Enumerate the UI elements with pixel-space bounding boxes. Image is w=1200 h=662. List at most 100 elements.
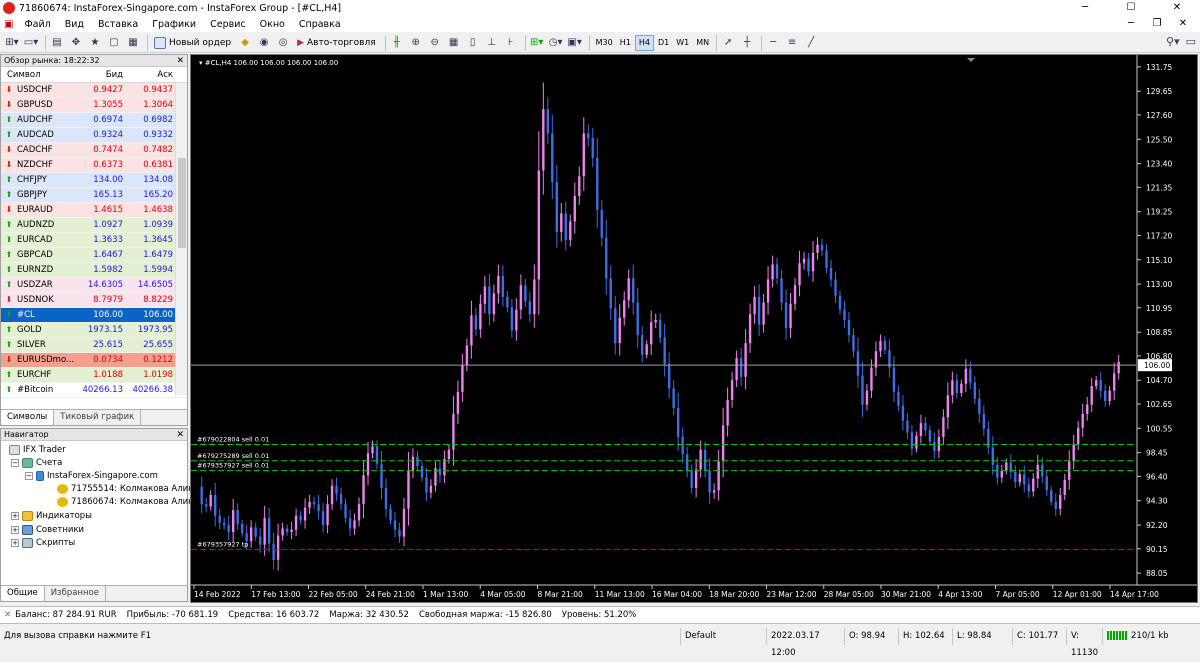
- minimize-button[interactable]: ─: [1062, 0, 1108, 16]
- market-watch-row[interactable]: ⬇ EURAUD 1.4615 1.4638: [1, 203, 187, 218]
- tab-general[interactable]: Общие: [1, 586, 45, 601]
- scrollbar-thumb[interactable]: [178, 158, 186, 248]
- radio-icon[interactable]: ◎: [275, 35, 291, 51]
- market-watch-row[interactable]: ⬆ GBPCAD 1.6467 1.6479: [1, 248, 187, 263]
- menu-help[interactable]: Справка: [292, 19, 348, 30]
- new-order-button[interactable]: Новый ордер: [151, 35, 234, 51]
- timeframe-mn[interactable]: MN: [693, 35, 712, 51]
- chart-window-icon[interactable]: ▣: [0, 19, 17, 30]
- menu-tools[interactable]: Сервис: [203, 19, 253, 30]
- market-watch-row[interactable]: ⬆ #Bitcoin 40266.13 40266.38: [1, 383, 187, 398]
- nav-account-1[interactable]: 71755514: Колмакова Алина: [57, 484, 199, 494]
- market-watch-row[interactable]: ⬇ GBPUSD 1.3055 1.3064: [1, 98, 187, 113]
- market-watch-icon[interactable]: ▤: [49, 35, 65, 51]
- tab-symbols[interactable]: Символы: [1, 410, 55, 425]
- market-watch-row[interactable]: ⬆ EURNZD 1.5982 1.5994: [1, 263, 187, 278]
- market-watch-row[interactable]: ⬆ AUDNZD 1.0927 1.0939: [1, 218, 187, 233]
- child-close-button[interactable]: ✕: [1170, 16, 1196, 32]
- market-watch-row[interactable]: ⬆ AUDCHF 0.6974 0.6982: [1, 113, 187, 128]
- tab-tick-chart[interactable]: Тиковый график: [54, 410, 142, 425]
- chart-shift-icon[interactable]: ▯: [465, 35, 481, 51]
- timeframe-h4[interactable]: H4: [634, 34, 654, 51]
- market-watch-row[interactable]: ⬇ USDNOK 8.7979 8.8229: [1, 293, 187, 308]
- timeframe-m30[interactable]: M30: [593, 35, 616, 51]
- chat-icon[interactable]: ▭: [1186, 35, 1196, 48]
- market-watch-row[interactable]: ⬇ EURUSDmo... 0.0734 0.1212: [1, 353, 187, 368]
- nav-account-2[interactable]: 71860674: Колмакова Алина: [57, 497, 199, 507]
- market-watch-row[interactable]: ⬇ NZDCHF 0.6373 0.6381: [1, 158, 187, 173]
- menu-charts[interactable]: Графики: [145, 19, 203, 30]
- tester-icon[interactable]: ▦: [125, 35, 141, 51]
- child-restore-button[interactable]: ❐: [1144, 16, 1170, 32]
- market-watch-row[interactable]: ⬆ CHFJPY 134.00 134.08: [1, 173, 187, 188]
- terminal-toggle-icon[interactable]: ✕: [4, 610, 11, 620]
- new-chart-icon[interactable]: ⊞▾: [4, 35, 20, 51]
- market-watch-row[interactable]: ⬆ #CL 106.00 106.00: [1, 308, 187, 323]
- zoom-out-icon[interactable]: ⊖: [427, 35, 443, 51]
- market-watch-row[interactable]: ⬆ EURCAD 1.3633 1.3645: [1, 233, 187, 248]
- terminal-icon[interactable]: ▢: [106, 35, 122, 51]
- nav-accounts[interactable]: − Счета: [11, 458, 62, 468]
- autoscroll-icon[interactable]: ⊥: [484, 35, 500, 51]
- periods-clock-icon[interactable]: ◷▾: [548, 35, 564, 51]
- timeframe-d1[interactable]: D1: [655, 35, 672, 51]
- close-button[interactable]: ✕: [1154, 0, 1200, 16]
- status-profile[interactable]: Default: [680, 628, 766, 645]
- period-separator-icon[interactable]: ⊦: [503, 35, 519, 51]
- market-watch-row[interactable]: ⬇ USDCHF 0.9427 0.9437: [1, 83, 187, 98]
- nav-root[interactable]: IFX Trader: [9, 445, 66, 455]
- crosshair-icon[interactable]: ┼: [739, 35, 755, 51]
- nav-advisors[interactable]: + Советники: [11, 525, 84, 535]
- expand-icon[interactable]: +: [11, 526, 19, 534]
- collapse-icon[interactable]: −: [25, 472, 33, 480]
- trendline-icon[interactable]: ╱: [803, 35, 819, 51]
- bar-chart-icon[interactable]: ╫: [389, 35, 405, 51]
- zoom-in-icon[interactable]: ⊕: [408, 35, 424, 51]
- auto-trading-button[interactable]: ▶ Авто-торговля: [294, 35, 379, 51]
- menu-file[interactable]: Файл: [17, 19, 57, 30]
- horizontal-line-icon[interactable]: ─: [765, 35, 781, 51]
- search-icon[interactable]: ⚲▾: [1166, 35, 1180, 48]
- tab-favorites[interactable]: Избранное: [45, 586, 106, 601]
- market-watch-row[interactable]: ⬆ EURCHF 1.0188 1.0198: [1, 368, 187, 383]
- metaeditor-icon[interactable]: ◆: [237, 35, 253, 51]
- chart-canvas[interactable]: 131.75 129.65 127.60 125.50 123.40 121.35 119.…: [191, 55, 1197, 602]
- column-ask[interactable]: Аск: [123, 67, 173, 82]
- maximize-button[interactable]: ☐: [1108, 0, 1154, 16]
- templates-icon[interactable]: ▣▾: [567, 35, 583, 51]
- profiles-icon[interactable]: ▭▾: [23, 35, 39, 51]
- close-icon[interactable]: ✕: [176, 429, 184, 441]
- market-watch-scrollbar[interactable]: [175, 83, 187, 395]
- column-symbol[interactable]: Символ: [1, 67, 81, 82]
- column-bid[interactable]: Бид: [81, 67, 123, 82]
- nav-indicators[interactable]: + Индикаторы: [11, 511, 92, 521]
- expand-icon[interactable]: +: [11, 512, 19, 520]
- cursor-icon[interactable]: ➚: [720, 35, 736, 51]
- market-watch-row[interactable]: ⬇ CADCHF 0.7474 0.7482: [1, 143, 187, 158]
- indicators-icon[interactable]: ⊞▾: [529, 35, 545, 51]
- signals-icon[interactable]: ◉: [256, 35, 272, 51]
- close-icon[interactable]: ✕: [176, 55, 184, 67]
- market-watch-row[interactable]: ⬆ SILVER 25.615 25.655: [1, 338, 187, 353]
- collapse-icon[interactable]: −: [11, 459, 19, 467]
- timeframe-w1[interactable]: W1: [673, 35, 692, 51]
- timeframe-h1[interactable]: H1: [617, 35, 634, 51]
- market-watch-row[interactable]: ⬆ GBPJPY 165.13 165.20: [1, 188, 187, 203]
- expand-icon[interactable]: +: [11, 539, 19, 547]
- nav-scripts[interactable]: + Скрипты: [11, 538, 75, 548]
- candle-body: [910, 432, 914, 449]
- market-watch-row[interactable]: ⬆ AUDCAD 0.9324 0.9332: [1, 128, 187, 143]
- menu-window[interactable]: Окно: [253, 19, 292, 30]
- nav-server[interactable]: − InstaForex-Singapore.com: [25, 471, 158, 481]
- data-window-icon[interactable]: ✥: [68, 35, 84, 51]
- market-watch-row[interactable]: ⬆ GOLD 1973.15 1973.95: [1, 323, 187, 338]
- status-traffic[interactable]: 210/1 kb: [1102, 628, 1200, 645]
- channel-icon[interactable]: ≡: [784, 35, 800, 51]
- menu-insert[interactable]: Вставка: [91, 19, 145, 30]
- price-chart[interactable]: 131.75 129.65 127.60 125.50 123.40 121.35 119.…: [190, 54, 1198, 603]
- child-minimize-button[interactable]: ─: [1118, 16, 1144, 32]
- navigator-icon[interactable]: ★: [87, 35, 103, 51]
- market-watch-row[interactable]: ⬆ USDZAR 14.6305 14.6505: [1, 278, 187, 293]
- menu-view[interactable]: Вид: [58, 19, 91, 30]
- tile-windows-icon[interactable]: ▦: [446, 35, 462, 51]
